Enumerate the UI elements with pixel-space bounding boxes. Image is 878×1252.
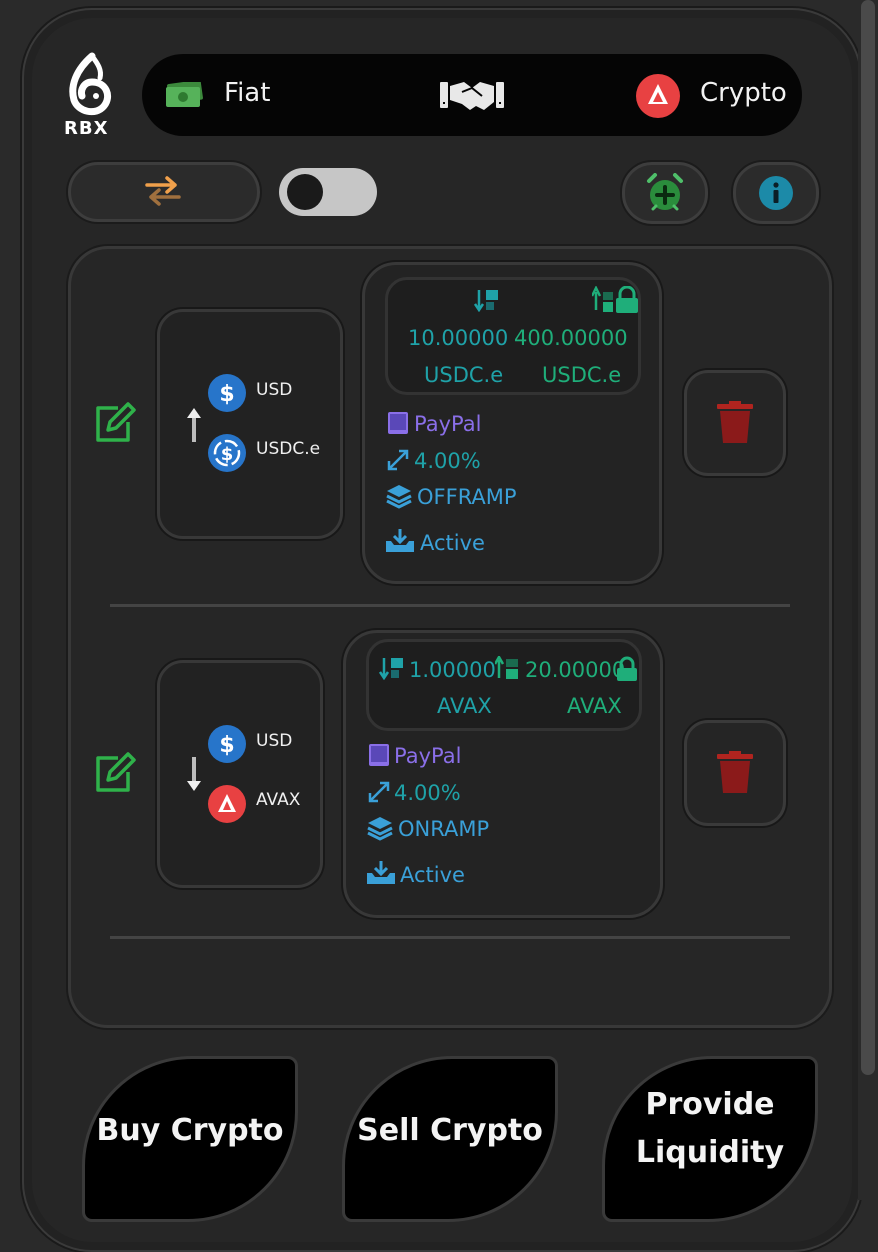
max-amount: 400.00000 (514, 326, 628, 350)
sell-crypto-label: Sell Crypto (357, 1113, 543, 1148)
max-limit-icon (495, 656, 518, 679)
expand-icon (368, 781, 390, 803)
offer-type: OFFRAMP (417, 485, 517, 509)
offer-details: 10.00000 400.00000 USDC.e USDC.e PayPal … (362, 262, 662, 584)
rbx-logo: RBX (62, 52, 122, 142)
tablet-icon (369, 744, 389, 766)
usd-coin-icon: $ (208, 374, 246, 412)
logo-text: RBX (64, 118, 109, 139)
toggle-knob (287, 174, 323, 210)
crypto-label[interactable]: Crypto (700, 78, 787, 108)
fiat-label[interactable]: Fiat (224, 78, 270, 108)
currency-pair-box: $ USD AVAX (157, 660, 323, 888)
rbx-logo-icon (69, 52, 111, 116)
add-alert-button[interactable] (622, 162, 708, 224)
trash-icon (717, 401, 753, 443)
min-unit: USDC.e (424, 363, 504, 387)
delete-offer-button[interactable] (684, 370, 786, 476)
min-limit-icon (379, 658, 403, 680)
scrollbar[interactable] (858, 0, 878, 1200)
swap-direction-button[interactable] (68, 162, 260, 222)
payment-method: PayPal (414, 412, 482, 436)
expand-icon (387, 449, 409, 471)
provide-label: Provide (645, 1087, 775, 1122)
usd-coin-icon: $ (208, 725, 246, 763)
svg-text:$: $ (221, 444, 234, 465)
to-currency: AVAX (256, 790, 301, 810)
avalanche-icon[interactable] (636, 74, 680, 118)
lock-icon (617, 656, 637, 681)
download-tray-icon (367, 861, 395, 884)
trash-icon (717, 751, 753, 793)
mode-toggle[interactable] (279, 168, 377, 216)
arrow-down-icon (187, 757, 201, 791)
usdc-coin-icon: $ (208, 434, 246, 472)
max-amount: 20.00000 (525, 658, 626, 682)
offer-details: 1.00000 20.00000 AVAX AVAX PayPal 4.00% … (343, 630, 663, 918)
currency-pair-box: $ USD $ USDC.e (157, 309, 343, 539)
layers-icon (386, 485, 412, 509)
alarm-add-icon (647, 173, 683, 211)
min-amount: 1.00000 (409, 658, 496, 682)
edit-icon[interactable] (92, 400, 138, 444)
avax-coin-icon (208, 785, 246, 823)
swap-arrows-icon (145, 176, 181, 206)
scrollbar-thumb[interactable] (861, 0, 875, 1075)
delete-offer-button[interactable] (684, 720, 786, 826)
offer-divider (110, 604, 790, 607)
max-unit: AVAX (567, 694, 622, 718)
handshake-icon[interactable] (440, 76, 504, 114)
offer-status: Active (400, 863, 465, 887)
edit-icon[interactable] (92, 750, 138, 794)
buy-crypto-label: Buy Crypto (96, 1113, 284, 1148)
from-currency: USD (256, 380, 293, 400)
svg-text:$: $ (219, 382, 234, 407)
info-button[interactable] (733, 162, 819, 224)
market-selector-bar: Fiat Crypto (142, 54, 802, 136)
cash-icon[interactable] (164, 82, 204, 108)
limits-box: 1.00000 20.00000 AVAX AVAX (366, 639, 642, 731)
min-unit: AVAX (437, 694, 492, 718)
layers-icon (367, 817, 393, 841)
liquidity-label: Liquidity (635, 1135, 785, 1170)
tablet-icon (388, 412, 408, 434)
limits-box: 10.00000 400.00000 USDC.e USDC.e (385, 277, 641, 395)
offer-status: Active (420, 531, 485, 555)
payment-method: PayPal (394, 744, 462, 768)
from-currency: USD (256, 731, 293, 751)
to-currency: USDC.e (256, 439, 321, 459)
offer-divider (110, 936, 790, 939)
max-unit: USDC.e (542, 363, 622, 387)
fee: 4.00% (414, 449, 481, 473)
svg-text:$: $ (219, 733, 234, 758)
fee: 4.00% (394, 781, 461, 805)
min-amount: 10.00000 (408, 326, 509, 350)
download-tray-icon (386, 529, 414, 552)
offer-type: ONRAMP (398, 817, 490, 841)
arrow-up-icon (187, 408, 201, 442)
min-limit-icon (474, 290, 498, 312)
max-limit-lock-icon (592, 286, 638, 313)
info-icon (759, 176, 793, 210)
